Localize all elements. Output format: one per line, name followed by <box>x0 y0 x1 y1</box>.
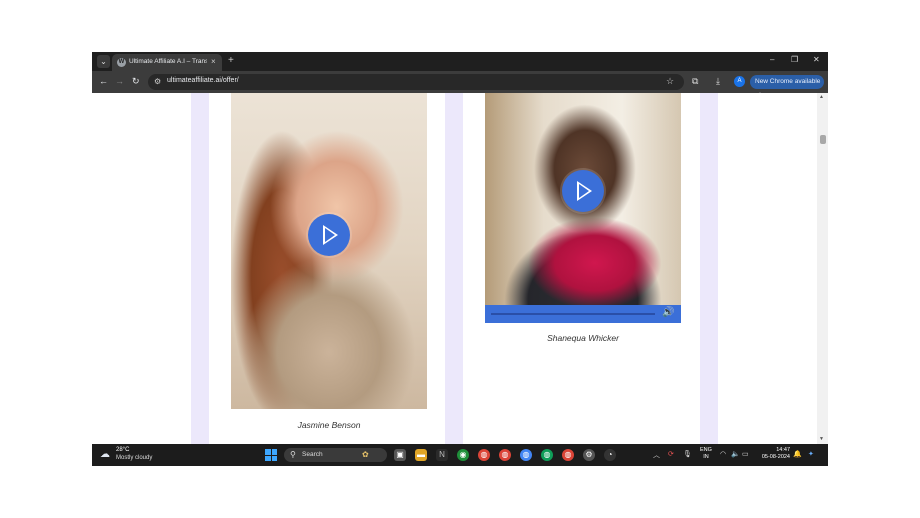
minimize-button[interactable]: – <box>770 55 774 64</box>
tab-search-icon[interactable]: ⌄ <box>97 55 110 68</box>
update-chrome-button[interactable]: New Chrome available ⋮ <box>750 75 824 99</box>
wifi-icon[interactable]: ◠ <box>720 450 726 458</box>
chrome-icon[interactable]: ◍ <box>520 449 532 461</box>
testimonial-name: Shanequa Whicker <box>547 333 619 343</box>
video-controls: 🔊 <box>485 305 681 323</box>
chrome-icon[interactable]: ◍ <box>499 449 511 461</box>
scroll-up-icon[interactable]: ▲ <box>819 94 824 100</box>
notion-icon[interactable]: N <box>436 449 448 461</box>
scroll-down-icon[interactable]: ▼ <box>819 436 824 442</box>
tab-close-icon[interactable]: × <box>211 57 216 66</box>
battery-icon[interactable]: ▭ <box>742 450 749 458</box>
column-border-right <box>700 93 718 444</box>
address-bar[interactable]: ⚙ ultimateaffiliate.ai/offer/ ☆ <box>148 74 684 90</box>
taskbar-search[interactable]: ⚲ Search ✿ <box>284 448 387 462</box>
clock[interactable]: 14:47 05-08-2024 <box>756 447 790 461</box>
search-icon: ⚲ <box>290 450 296 459</box>
back-icon[interactable]: ← <box>99 76 108 86</box>
testimonial-video-2[interactable] <box>485 93 681 323</box>
chrome-icon[interactable]: ◍ <box>478 449 490 461</box>
chrome-icon[interactable]: ◍ <box>562 449 574 461</box>
play-icon[interactable] <box>562 170 604 212</box>
chevron-up-icon[interactable]: ︿ <box>653 450 660 460</box>
play-icon[interactable] <box>308 214 350 256</box>
search-placeholder: Search <box>302 451 323 458</box>
scrollbar[interactable]: ▲ ▼ <box>817 93 828 444</box>
chrome-icon[interactable]: ◍ <box>541 449 553 461</box>
language-code: ENG <box>700 447 712 453</box>
file-explorer-icon[interactable]: ▬ <box>415 449 427 461</box>
forward-icon[interactable]: → <box>115 76 124 86</box>
extensions-icon[interactable]: ⧉ <box>692 76 698 87</box>
speaker-icon[interactable]: 🔈 <box>731 450 740 458</box>
tab-strip: ⌄ W Ultimate Affiliate A.I – Transform ×… <box>92 52 828 71</box>
tab-title: Ultimate Affiliate A.I – Transform <box>129 58 207 65</box>
language-indicator[interactable]: ENG IN <box>700 447 712 461</box>
video-progress-track[interactable] <box>491 313 655 315</box>
site-info-icon[interactable]: ⚙ <box>154 77 161 86</box>
browser-toolbar: ← → ↻ ⚙ ultimateaffiliate.ai/offer/ ☆ ⧉ … <box>92 71 828 99</box>
weather-cloud-icon[interactable]: ☁ <box>100 449 110 460</box>
scrollbar-thumb[interactable] <box>820 135 826 144</box>
app-icon[interactable]: ◉ <box>457 449 469 461</box>
avatar[interactable]: A <box>734 76 745 87</box>
clock-time: 14:47 <box>776 447 790 453</box>
reload-icon[interactable]: ↻ <box>132 76 140 87</box>
copilot-icon[interactable]: ✦ <box>808 450 814 458</box>
column-border-left <box>191 93 209 444</box>
update-label: New Chrome available <box>755 78 821 85</box>
bookmark-star-icon[interactable]: ☆ <box>666 76 674 87</box>
page-viewport: Jasmine Benson 🔊 Shanequa Whicker ▲ ▼ <box>92 93 828 444</box>
close-window-button[interactable]: ✕ <box>813 55 820 64</box>
notification-icon[interactable]: 🔔 <box>793 450 802 458</box>
app-icon[interactable]: ◔ <box>604 449 616 461</box>
wordpress-favicon: W <box>117 58 126 67</box>
language-region: IN <box>703 454 709 460</box>
url-text: ultimateaffiliate.ai/offer/ <box>167 77 239 84</box>
windows-start-icon[interactable] <box>265 449 277 461</box>
task-view-icon[interactable]: ▣ <box>394 449 406 461</box>
testimonial-name: Jasmine Benson <box>297 420 361 430</box>
testimonial-video-1[interactable] <box>231 93 427 409</box>
tray-app-icon[interactable]: ⟳ <box>668 450 674 458</box>
taskbar: ☁ 28°C Mostly cloudy ⚲ Search ✿ ▣ ▬ N ◉ … <box>92 444 828 466</box>
new-tab-button[interactable]: + <box>228 55 234 66</box>
column-gap <box>445 93 463 444</box>
microphone-icon[interactable]: 🎙 <box>683 450 692 458</box>
browser-tab[interactable]: W Ultimate Affiliate A.I – Transform × <box>112 54 222 71</box>
settings-icon[interactable]: ⚙ <box>583 449 595 461</box>
weather-description: Mostly cloudy <box>116 455 153 461</box>
search-highlight-icon: ✿ <box>362 450 369 459</box>
volume-icon[interactable]: 🔊 <box>662 307 674 318</box>
clock-date: 05-08-2024 <box>761 454 790 460</box>
restore-button[interactable]: ❐ <box>791 55 798 64</box>
weather-temperature: 28°C <box>116 447 130 453</box>
screen: ⌄ W Ultimate Affiliate A.I – Transform ×… <box>92 52 828 466</box>
download-icon[interactable]: ⤓ <box>716 76 720 87</box>
